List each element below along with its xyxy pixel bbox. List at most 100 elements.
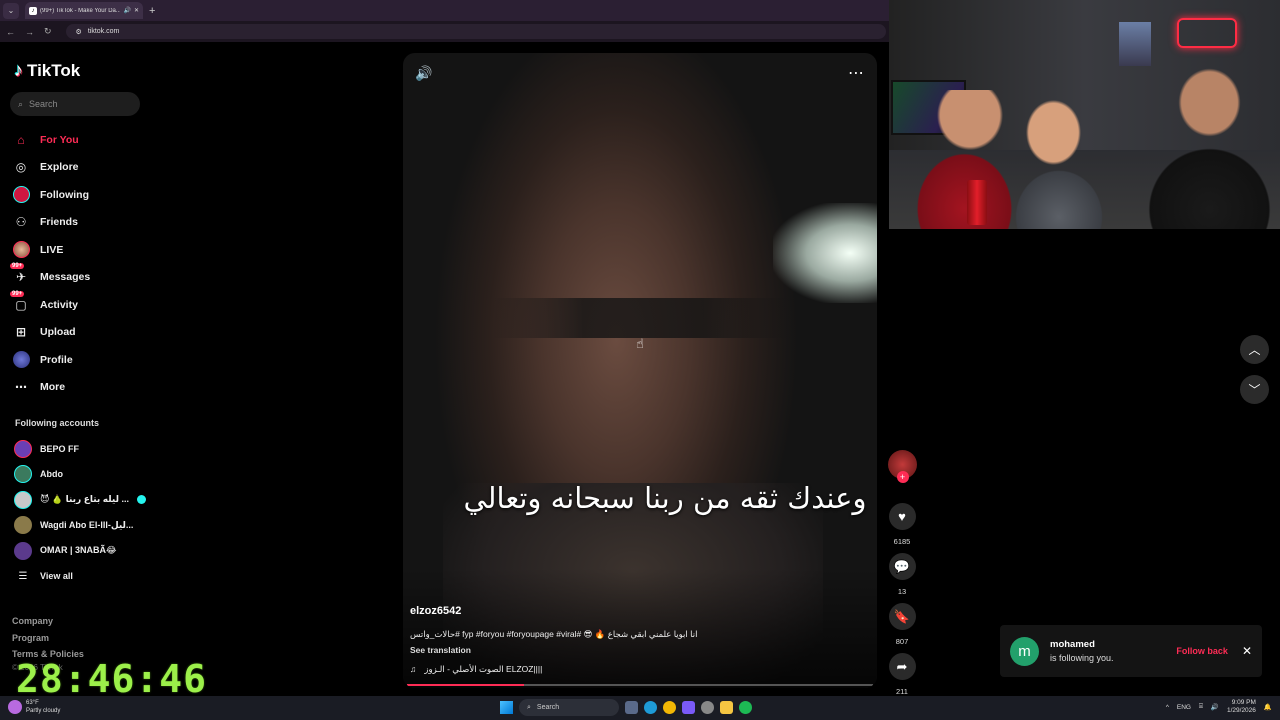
following-account[interactable]: Wagdi Abo El-lll-ليل... [14, 513, 184, 539]
site-info-icon[interactable]: ⚙ [76, 28, 82, 36]
task-view-icon[interactable] [625, 701, 638, 714]
share-action[interactable]: ➦ 211 [886, 653, 918, 696]
edge-icon[interactable] [644, 701, 657, 714]
reload-icon[interactable]: ↻ [44, 26, 52, 37]
account-name: Wagdi Abo El-lll-ليل... [40, 519, 134, 530]
next-video-button[interactable]: ﹀ [1240, 375, 1269, 404]
previous-video-button[interactable]: ︿ [1240, 335, 1269, 364]
screen: ⌄ ♪ (99+) TikTok - Make Your Da... 🔊 ✕ +… [0, 0, 1280, 720]
video-light-glare [773, 203, 877, 303]
clock-date: 1/29/2026 [1226, 707, 1256, 714]
footer-link-program[interactable]: Program [12, 630, 84, 647]
browser-tab-tiktok[interactable]: ♪ (99+) TikTok - Make Your Da... 🔊 ✕ [25, 2, 143, 19]
tray-overflow-icon[interactable]: ^ [1166, 704, 1169, 711]
view-all-link[interactable]: ☰ View all [14, 564, 184, 590]
url-field[interactable]: ⚙ tiktok.com [65, 24, 886, 39]
heart-icon[interactable]: ♥ [888, 503, 916, 530]
sidebar-item-more[interactable]: ⋯ More [12, 374, 172, 402]
weather-icon [8, 700, 22, 714]
sidebar-item-explore[interactable]: ◎ Explore [12, 154, 172, 182]
video-music[interactable]: ♫ الصوت الأصلي - الـزوز ELZOZ|||| [410, 664, 542, 675]
follow-plus-icon[interactable]: + [896, 471, 909, 483]
nav-label: More [40, 381, 66, 394]
sidebar-item-messages[interactable]: ✈ 99+ Messages [10, 263, 172, 292]
volume-icon[interactable]: 🔊 [415, 65, 432, 82]
following-account[interactable]: BEPO FF [14, 436, 184, 462]
follow-notification: m mohamed is following you. Follow back … [1000, 625, 1262, 677]
following-account[interactable]: Abdo [14, 462, 184, 488]
video-progress-fill [407, 684, 524, 686]
tab-audio-icon[interactable]: 🔊 [123, 7, 130, 14]
webcam-person-left [904, 90, 1014, 229]
clock-time: 9:09 PM [1231, 699, 1256, 706]
weather-text: 63°F Partly cloudy [26, 699, 60, 715]
notification-bell-icon[interactable]: 🔔 [1264, 703, 1272, 711]
back-icon[interactable]: ← [6, 27, 15, 37]
list-icon: ☰ [18, 570, 28, 582]
sidebar-item-live[interactable]: LIVE [12, 236, 172, 264]
spotify-icon[interactable] [739, 701, 752, 714]
chrome-icon[interactable] [663, 701, 676, 714]
tab-list-button[interactable]: ⌄ [3, 2, 19, 19]
taskbar-search[interactable]: ⌕ Search [519, 699, 619, 716]
follow-back-button[interactable]: Follow back [1176, 646, 1228, 656]
bookmark-icon[interactable]: 🔖 [888, 603, 916, 630]
sidebar-item-upload[interactable]: ⊞ Upload [12, 319, 172, 347]
forward-icon[interactable]: → [25, 27, 34, 37]
nav-label: Upload [40, 326, 76, 339]
footer-link-company[interactable]: Company [12, 613, 84, 630]
tiktok-logo[interactable]: ♪ TikTok [14, 60, 80, 81]
activity-badge: 99+ [10, 290, 25, 297]
save-count: 807 [895, 637, 909, 646]
save-action[interactable]: 🔖 807 [886, 603, 918, 646]
account-name: 😈 🍐 ليله بتاع ربنا ... [40, 494, 129, 505]
settings-icon[interactable] [701, 701, 714, 714]
sidebar-item-following[interactable]: Following [12, 181, 172, 209]
comment-icon[interactable]: 💬 [888, 553, 916, 580]
avatar [14, 439, 32, 458]
following-account[interactable]: 😈 🍐 ليله بتاع ربنا ... [14, 487, 184, 513]
new-tab-button[interactable]: + [149, 5, 155, 17]
sidebar-nav: ⌂ For You ◎ Explore Following ⚇ Friends … [10, 126, 172, 402]
share-icon[interactable]: ➦ [888, 653, 916, 680]
more-options-icon[interactable]: ⋯ [848, 63, 865, 83]
sidebar-item-profile[interactable]: Profile [12, 346, 172, 374]
like-action[interactable]: ♥ 6185 [886, 503, 918, 546]
search-input[interactable]: ⌕ Search [10, 92, 140, 116]
sidebar-item-activity[interactable]: ▢ 99+ Activity [10, 290, 172, 319]
webcam-overlay [889, 0, 1280, 229]
messages-icon: ✈ 99+ [10, 263, 27, 285]
nav-label: For You [40, 133, 79, 146]
language-indicator[interactable]: ENG [1177, 704, 1191, 711]
see-translation-link[interactable]: See translation [410, 645, 471, 655]
upload-icon: ⊞ [15, 325, 27, 340]
video-progress-bar[interactable] [407, 684, 873, 686]
notification-text: mohamed is following you. [1050, 639, 1176, 663]
network-icon[interactable]: ⌸ [1199, 703, 1203, 711]
sidebar-item-for-you[interactable]: ⌂ For You [12, 126, 172, 154]
taskbar-clock[interactable]: 9:09 PM 1/29/2026 [1227, 699, 1256, 715]
url-text: tiktok.com [87, 28, 120, 35]
close-icon[interactable]: ✕ [1242, 644, 1252, 658]
logo-text: TikTok [27, 60, 81, 80]
weather-widget[interactable]: 63°F Partly cloudy [8, 699, 60, 715]
video-player[interactable]: 🔊 ⋯ وعندك ثقه من ربنا سبحانه وتعالي ☝ el… [403, 53, 877, 688]
video-author[interactable]: elzoz6542 [410, 605, 461, 617]
tab-close-icon[interactable]: ✕ [134, 7, 139, 14]
file-explorer-icon[interactable] [720, 701, 733, 714]
comment-action[interactable]: 💬 13 [886, 553, 918, 596]
windows-start-icon[interactable] [500, 701, 513, 714]
creator-avatar[interactable]: + [887, 450, 917, 483]
notification-name[interactable]: mohamed [1050, 639, 1176, 650]
tiktok-note-icon: ♪ [14, 60, 23, 80]
discord-icon[interactable] [682, 701, 695, 714]
following-account[interactable]: OMAR | 3NABÃ😂 [14, 538, 184, 564]
nav-label: Following [40, 188, 89, 201]
avatar[interactable]: m [1010, 636, 1039, 666]
live-indicator-icon [137, 495, 146, 505]
volume-icon[interactable]: 🔊 [1211, 703, 1219, 711]
live-avatar-icon [12, 241, 30, 259]
nav-label: Messages [40, 271, 91, 284]
webcam-drink-can [967, 180, 987, 225]
sidebar-item-friends[interactable]: ⚇ Friends [12, 209, 172, 237]
